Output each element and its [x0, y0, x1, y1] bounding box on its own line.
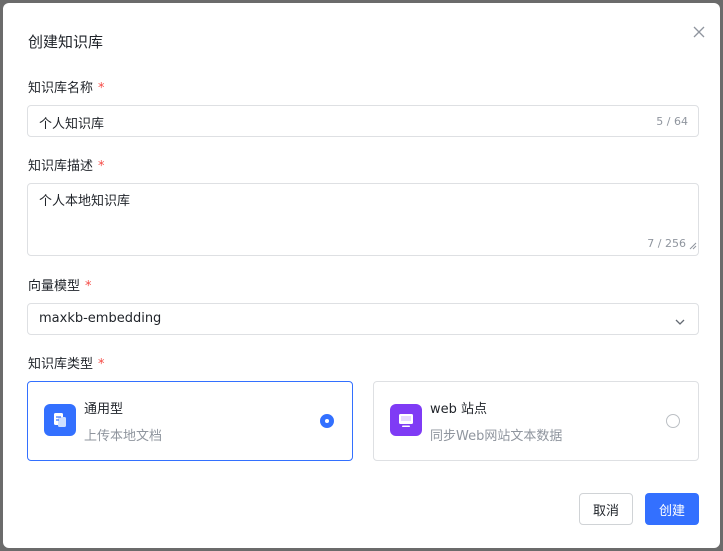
embedding-model-selected-value: maxkb-embedding [39, 311, 162, 326]
description-char-counter: 7 / 256 [647, 237, 686, 250]
kb-type-option-general[interactable]: 通用型 上传本地文档 [27, 381, 353, 461]
kb-type-option-web[interactable]: web 站点 同步Web网站文本数据 [373, 381, 699, 461]
dialog-title: 创建知识库 [28, 33, 104, 51]
description-textarea-value: 个人本地知识库 [39, 194, 131, 209]
chevron-down-icon [674, 313, 686, 332]
kb-type-option-title: 通用型 [84, 402, 124, 417]
required-mark: * [85, 279, 92, 294]
name-input[interactable]: 个人知识库 5 / 64 [27, 105, 699, 137]
description-textarea[interactable]: 个人本地知识库 7 / 256 [27, 183, 699, 256]
description-label-text: 知识库描述 [28, 159, 94, 174]
embedding-model-select[interactable]: maxkb-embedding [27, 303, 699, 335]
kb-type-option-description: 同步Web网站文本数据 [430, 429, 563, 444]
kb-type-label: 知识库类型 * [28, 353, 105, 372]
resize-grip-icon[interactable] [689, 235, 697, 254]
embedding-model-label-text: 向量模型 [28, 279, 81, 294]
monitor-icon [390, 404, 422, 436]
kb-type-label-text: 知识库类型 [28, 357, 94, 372]
required-mark: * [98, 81, 105, 96]
close-icon[interactable] [691, 24, 707, 40]
embedding-model-label: 向量模型 * [28, 275, 92, 294]
create-button[interactable]: 创建 [645, 493, 699, 525]
radio-button[interactable] [666, 414, 680, 428]
name-char-counter: 5 / 64 [656, 115, 688, 128]
required-mark: * [98, 357, 105, 372]
required-mark: * [98, 159, 105, 174]
create-knowledge-base-dialog: 创建知识库 知识库名称 * 个人知识库 5 / 64 知识库描述 * 个人本地知识库… [3, 3, 720, 548]
kb-type-option-title: web 站点 [430, 402, 488, 417]
cancel-button[interactable]: 取消 [579, 493, 633, 525]
name-label: 知识库名称 * [28, 77, 105, 96]
name-label-text: 知识库名称 [28, 81, 94, 96]
kb-type-option-description: 上传本地文档 [84, 429, 163, 444]
document-icon [44, 404, 76, 436]
description-label: 知识库描述 * [28, 155, 105, 174]
radio-button[interactable] [320, 414, 334, 428]
name-input-value: 个人知识库 [39, 117, 105, 132]
